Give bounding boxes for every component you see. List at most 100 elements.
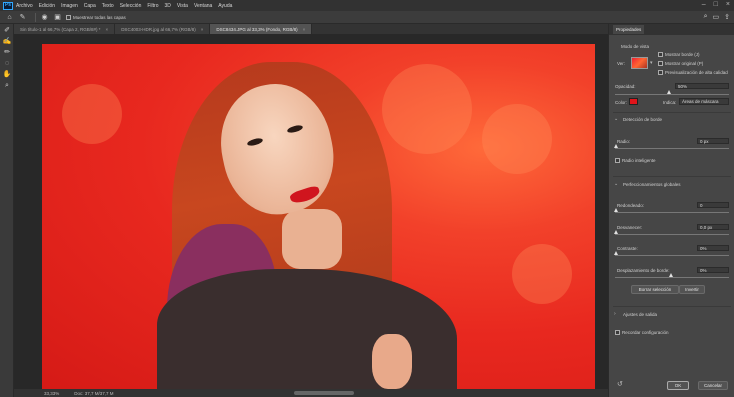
chevron-right-icon[interactable]: › — [614, 311, 616, 317]
divider — [613, 176, 731, 177]
zoom-level[interactable]: 33,33% — [44, 391, 59, 396]
close-tab-icon[interactable]: × — [201, 27, 204, 32]
hand-icon[interactable]: ✋ — [2, 70, 12, 79]
close-tab-icon[interactable]: × — [303, 27, 306, 32]
tab-document-3[interactable]: DSC8434.JPG al 33,3% (Fondo, RGB/8) × — [210, 24, 313, 34]
smooth-field[interactable]: 0 — [697, 202, 729, 208]
tools-panel: ✐ ✍ ✏ ◌ ✋ ⌕ — [0, 24, 14, 397]
tab-label: DSC8434.JPG al 33,3% (Fondo, RGB/8) — [216, 26, 298, 32]
status-bar: 33,33% Doc: 37,7 M/37,7 M — [14, 389, 608, 397]
tab-document-1[interactable]: Sin título-1 al 66,7% (Capa 2, RGB/8#) *… — [14, 24, 116, 34]
show-edge-label: Mostrar borde (J) — [665, 52, 700, 57]
sample-all-layers-checkbox[interactable] — [66, 14, 71, 20]
contrast-slider[interactable] — [615, 255, 729, 256]
hq-preview-checkbox[interactable] — [658, 70, 663, 75]
radius-field[interactable]: 0 px — [697, 138, 729, 144]
cancel-button[interactable]: Cancelar — [698, 381, 728, 390]
overlay-color-swatch[interactable] — [629, 98, 638, 105]
edge-detection-heading[interactable]: Detección de borde — [623, 117, 662, 122]
close-tab-icon[interactable]: × — [106, 27, 109, 32]
output-settings-heading[interactable]: Ajustes de salida — [623, 312, 657, 317]
document-tabs: Sin título-1 al 66,7% (Capa 2, RGB/8#) *… — [14, 24, 608, 34]
radius-slider-knob[interactable] — [614, 144, 618, 148]
brush-icon[interactable]: ✏ — [2, 48, 12, 57]
clear-selection-button[interactable]: Borrar selección — [631, 285, 679, 294]
tab-label: Sin título-1 al 66,7% (Capa 2, RGB/8#) * — [20, 26, 101, 32]
menu-texto[interactable]: Texto — [102, 3, 114, 9]
zoom-icon[interactable]: ⌕ — [2, 81, 12, 90]
maximize-icon[interactable]: □ — [714, 1, 718, 8]
menu-ventana[interactable]: Ventana — [194, 3, 212, 9]
smooth-slider[interactable] — [615, 212, 729, 213]
canvas-area — [14, 34, 608, 389]
bokeh — [512, 244, 572, 304]
contrast-slider-knob[interactable] — [614, 251, 618, 255]
smart-radius-checkbox[interactable] — [615, 158, 620, 163]
opacity-field[interactable]: 50% — [675, 83, 729, 89]
view-mode-label: Modo de vista — [621, 44, 650, 49]
ok-button[interactable]: OK — [667, 381, 689, 390]
quick-selection-icon[interactable]: ✐ — [2, 26, 12, 35]
menu-edicion[interactable]: Edición — [39, 3, 55, 9]
doc-size: Doc: 37,7 M/37,7 M — [74, 390, 114, 396]
share-icon[interactable]: ⇪ — [724, 13, 730, 21]
menu-ayuda[interactable]: Ayuda — [218, 3, 232, 9]
menu-seleccion[interactable]: Selección — [120, 3, 142, 9]
feather-slider[interactable] — [615, 234, 729, 235]
contrast-label: Contraste: — [617, 246, 638, 251]
tab-document-2[interactable]: DSC4003-HDR.jpg al 66,7% (RGB/8) × — [115, 24, 211, 34]
feather-label: Desvanecer: — [617, 225, 643, 230]
view-mode-thumbnail[interactable] — [631, 57, 648, 69]
refine-edge-brush-icon[interactable]: ✍ — [2, 37, 12, 46]
options-bar: ⌂ ✎ ◉ ▣ Muestrear todas las capas ⌕ ▭ ⇪ — [0, 11, 734, 24]
bokeh — [62, 84, 122, 144]
horizontal-scrollbar[interactable] — [294, 391, 354, 395]
dropdown-arrow-icon[interactable]: ▾ — [650, 60, 653, 66]
indicates-select[interactable]: Áreas de máscara — [679, 98, 729, 105]
contrast-field[interactable]: 0% — [697, 245, 729, 251]
menu-imagen[interactable]: Imagen — [61, 3, 78, 9]
brush-tool-icon[interactable]: ✎ — [18, 13, 27, 22]
sample-all-layers-label: Muestrear todas las capas — [73, 14, 126, 20]
smart-radius-label: Radio inteligente — [622, 158, 656, 163]
opacity-slider[interactable] — [615, 94, 729, 95]
indicates-label: Indica: — [663, 100, 677, 105]
workspace-icon[interactable]: ▭ — [713, 13, 720, 21]
radius-slider[interactable] — [615, 148, 729, 149]
smooth-slider-knob[interactable] — [614, 208, 618, 212]
document-image[interactable] — [42, 44, 595, 389]
chevron-down-icon[interactable]: ⌄ — [614, 181, 618, 187]
minimize-icon[interactable]: – — [702, 1, 706, 8]
view-label: Ver: — [617, 61, 626, 66]
close-icon[interactable]: × — [726, 1, 730, 8]
menu-3d[interactable]: 3D — [165, 3, 171, 9]
remember-settings-checkbox[interactable] — [615, 330, 620, 335]
radius-label: Radio: — [617, 139, 631, 144]
feather-field[interactable]: 0,0 px — [697, 224, 729, 230]
show-edge-checkbox[interactable] — [658, 52, 663, 57]
show-original-checkbox[interactable] — [658, 61, 663, 66]
menu-bar: Ps Archivo Edición Imagen Capa Texto Sel… — [0, 0, 734, 11]
bokeh — [482, 104, 552, 174]
lasso-icon[interactable]: ◌ — [2, 59, 12, 68]
panel-title[interactable]: Propiedades — [613, 25, 645, 34]
chevron-down-icon[interactable]: ⌄ — [614, 116, 618, 122]
global-refinements-heading[interactable]: Perfeccionamientos globales — [623, 182, 681, 187]
menu-vista[interactable]: Vista — [177, 3, 188, 9]
divider — [35, 12, 36, 22]
brush-size-icon[interactable]: ◉ — [40, 13, 49, 22]
search-icon[interactable]: ⌕ — [704, 13, 708, 21]
home-icon[interactable]: ⌂ — [5, 13, 14, 22]
opacity-slider-knob[interactable] — [667, 90, 671, 94]
shift-edge-slider-knob[interactable] — [669, 273, 673, 277]
invert-button[interactable]: Invertir — [679, 285, 705, 294]
menu-archivo[interactable]: Archivo — [16, 3, 33, 9]
shift-edge-slider[interactable] — [615, 277, 729, 278]
opacity-label: Opacidad: — [615, 84, 636, 89]
menu-filtro[interactable]: Filtro — [147, 3, 158, 9]
shift-edge-field[interactable]: 0% — [697, 267, 729, 273]
reset-icon[interactable]: ↺ — [617, 380, 623, 388]
menu-capa[interactable]: Capa — [84, 3, 96, 9]
sample-layers-icon[interactable]: ▣ — [53, 13, 62, 22]
feather-slider-knob[interactable] — [614, 230, 618, 234]
